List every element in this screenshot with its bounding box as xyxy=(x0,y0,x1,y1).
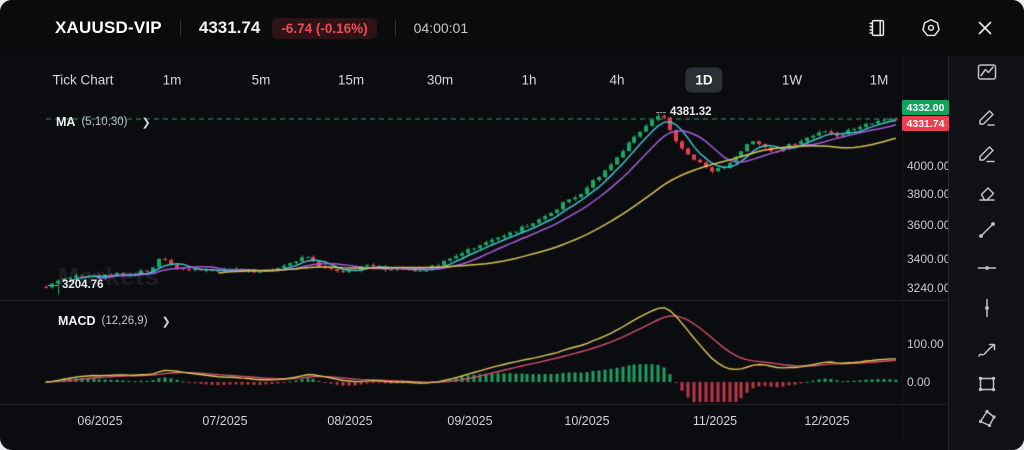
chevron-right-icon[interactable]: ❯ xyxy=(141,116,150,129)
high-price-annotation: 4381.32 xyxy=(656,106,712,118)
ma-name: MA xyxy=(56,115,75,129)
macd-tick: 0.00 xyxy=(907,375,930,389)
vertical-line-icon[interactable] xyxy=(975,296,999,320)
line-chart-tool-icon[interactable] xyxy=(975,60,999,84)
macd-indicator-label[interactable]: MACD (12,26,9) ❯ xyxy=(58,314,171,328)
price-tick: 4000.00 xyxy=(907,159,950,173)
horizontal-line-icon[interactable] xyxy=(975,256,999,280)
settings-gear-icon[interactable] xyxy=(920,17,942,39)
date-tick: 11/2025 xyxy=(693,414,737,428)
price-tick: 3240.00 xyxy=(907,281,950,295)
eraser-icon[interactable] xyxy=(975,182,999,206)
low-price-annotation: 3204.76 xyxy=(48,279,104,291)
divider xyxy=(180,20,181,36)
annotation-dash xyxy=(48,285,58,286)
trend-line-icon[interactable] xyxy=(975,218,999,242)
last-price: 4331.74 xyxy=(199,18,260,38)
tab-1h[interactable]: 1h xyxy=(511,68,546,93)
macd-params: (12,26,9) xyxy=(102,315,148,327)
tab-1w[interactable]: 1W xyxy=(772,68,812,93)
date-tick: 09/2025 xyxy=(447,414,492,428)
date-tick: 06/2025 xyxy=(77,414,122,428)
pane-separator xyxy=(0,300,948,301)
tab-30m[interactable]: 30m xyxy=(417,68,463,93)
polygon-shape-icon[interactable] xyxy=(975,407,999,431)
annotation-dash xyxy=(656,112,666,113)
timeframe-tabs: Tick Chart 1m 5m 15m 30m 1h 4h 1D 1W 1M xyxy=(0,60,948,100)
tab-tick-chart[interactable]: Tick Chart xyxy=(42,68,123,93)
candle-countdown: 04:00:01 xyxy=(414,20,469,36)
tab-1d-active[interactable]: 1D xyxy=(685,68,722,93)
price-tick: 3800.00 xyxy=(907,187,950,201)
axis-separator xyxy=(0,404,948,405)
price-tick: 3400.00 xyxy=(907,252,950,266)
reference-price-badge: 4332.00 xyxy=(902,100,949,115)
date-tick: 10/2025 xyxy=(564,414,609,428)
journal-icon[interactable] xyxy=(866,17,888,39)
ma-params: (5,10,30) xyxy=(81,116,127,128)
date-tick: 07/2025 xyxy=(202,414,247,428)
pencil-draw-icon[interactable] xyxy=(975,105,999,129)
pencil-brush-icon[interactable] xyxy=(975,142,999,166)
last-price-badge: 4331.74 xyxy=(902,116,949,131)
macd-name: MACD xyxy=(58,314,96,328)
top-bar: XAUUSD-VIP 4331.74 -6.74 (-0.16%) 04:00:… xyxy=(0,0,1024,56)
tab-15m[interactable]: 15m xyxy=(328,68,374,93)
price-tick: 3600.00 xyxy=(907,218,950,232)
tab-1m-month[interactable]: 1M xyxy=(860,68,899,93)
rectangle-shape-icon[interactable] xyxy=(975,372,999,396)
symbol-title: XAUUSD-VIP xyxy=(55,18,162,38)
tab-1m[interactable]: 1m xyxy=(153,68,192,93)
ma-indicator-label[interactable]: MA (5,10,30) ❯ xyxy=(56,115,151,129)
price-change-badge: -6.74 (-0.16%) xyxy=(272,18,376,39)
tab-4h[interactable]: 4h xyxy=(599,68,634,93)
drawing-toolbar xyxy=(949,56,1024,450)
trading-app-window: XAUUSD-VIP 4331.74 -6.74 (-0.16%) 04:00:… xyxy=(0,0,1024,450)
wave-arrow-icon[interactable] xyxy=(975,339,999,363)
chevron-right-icon[interactable]: ❯ xyxy=(162,315,171,328)
divider xyxy=(395,20,396,36)
macd-tick: 100.00 xyxy=(907,337,944,351)
date-tick: 08/2025 xyxy=(327,414,372,428)
close-icon[interactable] xyxy=(974,17,996,39)
tab-5m[interactable]: 5m xyxy=(242,68,281,93)
date-tick: 12/2025 xyxy=(804,414,849,428)
